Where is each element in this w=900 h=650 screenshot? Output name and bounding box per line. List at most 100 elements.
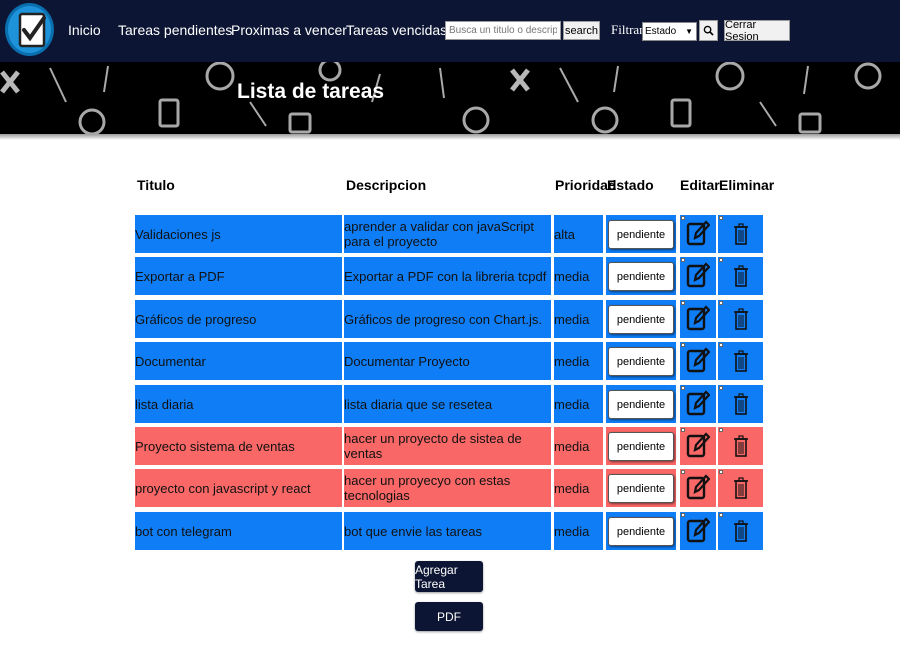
trash-icon	[733, 307, 749, 331]
cell-prioridad: media	[554, 342, 603, 380]
broken-image-marker	[681, 343, 685, 347]
search-button[interactable]: search	[563, 21, 600, 40]
filter-search-button[interactable]	[699, 20, 718, 41]
column-header-eliminar: Eliminar	[719, 177, 775, 193]
trash-icon	[733, 519, 749, 543]
delete-button[interactable]	[718, 469, 763, 507]
cell-descripcion: Documentar Proyecto	[344, 342, 551, 380]
broken-image-marker	[719, 301, 723, 305]
cell-prioridad: media	[554, 300, 603, 338]
cell-titulo: Validaciones js	[135, 215, 342, 253]
prioridad-text: media	[554, 523, 590, 539]
broken-image-marker	[681, 301, 685, 305]
nav-link-tareas-pendientes[interactable]: Tareas pendientes	[118, 22, 232, 38]
prioridad-text: media	[554, 353, 590, 369]
delete-button[interactable]	[718, 385, 763, 423]
cell-descripcion: hacer un proyecto de sistea de ventas	[344, 427, 551, 465]
delete-button[interactable]	[718, 215, 763, 253]
cell-titulo: Exportar a PDF	[135, 257, 342, 295]
prioridad-text: media	[554, 396, 590, 412]
cell-descripcion: Exportar a PDF con la libreria tcpdf	[344, 257, 551, 295]
status-button[interactable]: pendiente	[608, 305, 674, 334]
broken-image-marker	[719, 428, 723, 432]
cell-titulo: Documentar	[135, 342, 342, 380]
delete-button[interactable]	[718, 257, 763, 295]
cell-prioridad: media	[554, 469, 603, 507]
banner-pattern-icon	[0, 62, 882, 134]
status-button[interactable]: pendiente	[608, 517, 674, 546]
delete-button[interactable]	[718, 512, 763, 550]
edit-icon	[686, 305, 710, 333]
filter-selected-value: Estado	[645, 26, 677, 37]
edit-icon	[686, 517, 710, 545]
broken-image-marker	[681, 258, 685, 262]
broken-image-marker	[719, 470, 723, 474]
app-logo-icon[interactable]	[5, 3, 54, 56]
edit-button[interactable]	[680, 257, 716, 295]
status-button[interactable]: pendiente	[608, 432, 674, 461]
status-button[interactable]: pendiente	[608, 390, 674, 419]
broken-image-marker	[719, 258, 723, 262]
titulo-text: proyecto con javascript y react	[135, 480, 311, 496]
status-button[interactable]: pendiente	[608, 474, 674, 503]
cell-descripcion: aprender a validar con javaScript para e…	[344, 215, 551, 253]
edit-button[interactable]	[680, 342, 716, 380]
cell-descripcion: Gráficos de progreso con Chart.js.	[344, 300, 551, 338]
search-input[interactable]	[445, 21, 561, 40]
pdf-button[interactable]: PDF	[415, 602, 483, 631]
cell-titulo: proyecto con javascript y react	[135, 469, 342, 507]
broken-image-marker	[681, 470, 685, 474]
descripcion-text: Gráficos de progreso con Chart.js.	[344, 311, 542, 327]
header-banner: Lista de tareas	[0, 62, 900, 134]
titulo-text: Exportar a PDF	[135, 268, 225, 284]
cell-descripcion: lista diaria que se resetea	[344, 385, 551, 423]
cell-titulo: Proyecto sistema de ventas	[135, 427, 342, 465]
status-filter-select[interactable]: Estado ▼	[642, 22, 697, 41]
trash-icon	[733, 264, 749, 288]
column-header-descripcion: Descripcion	[346, 177, 427, 193]
edit-icon	[686, 347, 710, 375]
cell-prioridad: media	[554, 385, 603, 423]
status-button[interactable]: pendiente	[608, 220, 674, 249]
nav-link-inicio[interactable]: Inicio	[68, 22, 101, 38]
delete-button[interactable]	[718, 300, 763, 338]
prioridad-text: media	[554, 480, 590, 496]
cell-titulo: lista diaria	[135, 385, 342, 423]
delete-button[interactable]	[718, 342, 763, 380]
status-button[interactable]: pendiente	[608, 262, 674, 291]
titulo-text: lista diaria	[135, 396, 194, 412]
status-button[interactable]: pendiente	[608, 347, 674, 376]
cell-titulo: bot con telegram	[135, 512, 342, 550]
edit-button[interactable]	[680, 300, 716, 338]
page-title: Lista de tareas	[237, 80, 385, 103]
prioridad-text: media	[554, 268, 590, 284]
edit-button[interactable]	[680, 427, 716, 465]
trash-icon	[733, 349, 749, 373]
trash-icon	[733, 434, 749, 458]
titulo-text: Documentar	[135, 353, 206, 369]
cell-prioridad: media	[554, 512, 603, 550]
edit-button[interactable]	[680, 469, 716, 507]
broken-image-marker	[719, 216, 723, 220]
descripcion-text: hacer un proyecto de sistea de ventas	[344, 431, 522, 461]
nav-link-tareas-vencidas[interactable]: Tareas vencidas	[346, 22, 447, 38]
add-task-button[interactable]: Agregar Tarea	[415, 561, 483, 592]
edit-button[interactable]	[680, 215, 716, 253]
cell-descripcion: bot que envie las tareas	[344, 512, 551, 550]
titulo-text: bot con telegram	[135, 523, 232, 539]
trash-icon	[733, 222, 749, 246]
prioridad-text: media	[554, 438, 590, 454]
prioridad-text: media	[554, 311, 590, 327]
logout-button[interactable]: Cerrar Sesion	[724, 19, 790, 43]
edit-button[interactable]	[680, 385, 716, 423]
edit-icon	[686, 262, 710, 290]
nav-link-proximas-a-vencer[interactable]: Proximas a vencer	[231, 22, 347, 38]
edit-button[interactable]	[680, 512, 716, 550]
cell-prioridad: alta	[554, 215, 603, 253]
descripcion-text: hacer un proyecyo con estas tecnologias	[344, 473, 511, 503]
broken-image-marker	[681, 428, 685, 432]
cell-prioridad: media	[554, 257, 603, 295]
broken-image-marker	[719, 343, 723, 347]
delete-button[interactable]	[718, 427, 763, 465]
trash-icon	[733, 392, 749, 416]
